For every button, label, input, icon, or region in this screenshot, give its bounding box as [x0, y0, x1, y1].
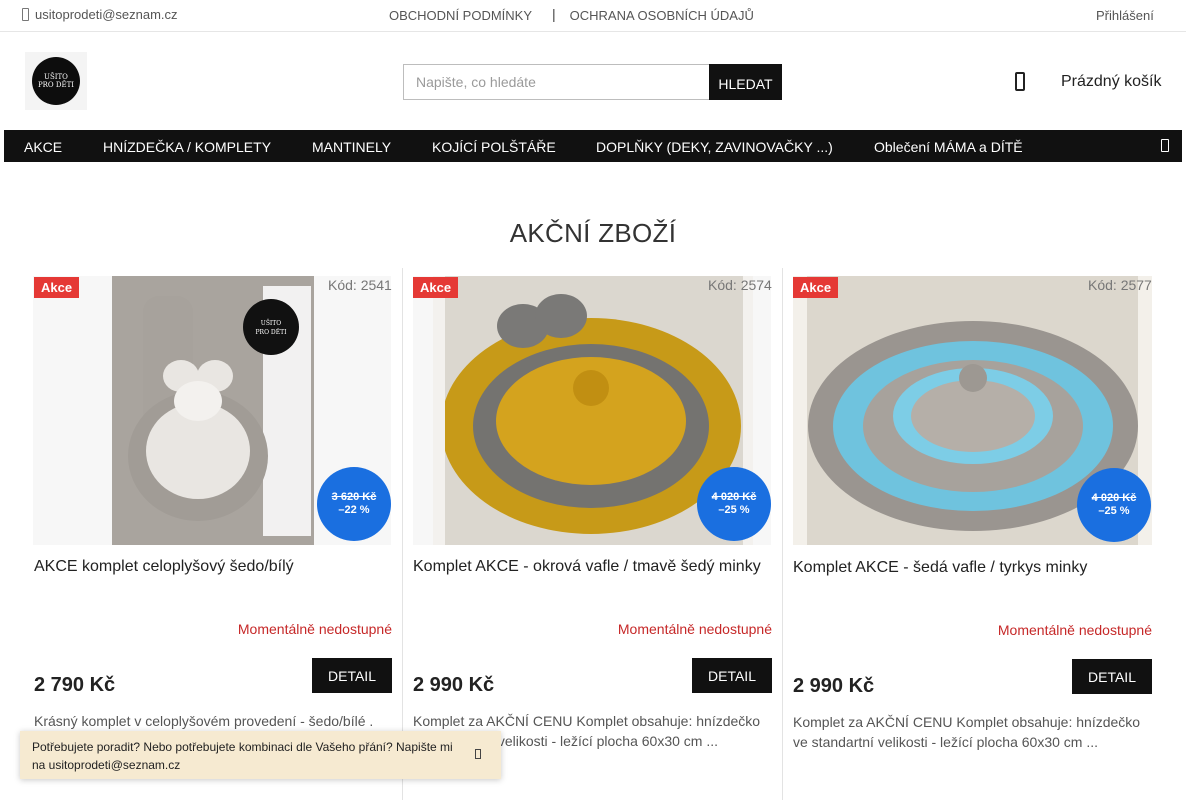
cart-label: Prázdný košík — [1061, 72, 1162, 90]
product-title[interactable]: AKCE komplet celoplyšový šedo/bílý — [34, 558, 294, 576]
nav-item-obleceni[interactable]: Oblečení MÁMA a DÍTĚ — [874, 139, 1023, 155]
product-description: Komplet za AKČNÍ CENU Komplet obsahuje: … — [793, 714, 1141, 750]
nav-item-akce[interactable]: AKCE — [24, 139, 62, 155]
search-button[interactable]: HLEDAT — [709, 64, 782, 100]
availability: Momentálně nedostupné — [237, 621, 392, 637]
product-code: Kód: 2577 — [1088, 277, 1152, 293]
product-price: 2 990 Kč — [413, 674, 495, 696]
nav-item-doplnky[interactable]: DOPLŇKY (DEKY, ZAVINOVAČKY ...) — [596, 139, 833, 155]
old-price: 4 020 Kč — [1091, 492, 1137, 504]
detail-button[interactable]: DETAIL — [312, 658, 392, 693]
cart[interactable]: Prázdný košík — [1015, 72, 1161, 91]
discount-percent: –25 % — [718, 504, 750, 516]
close-icon[interactable] — [475, 749, 481, 759]
availability: Momentálně nedostupné — [997, 622, 1152, 638]
product-price: 2 990 Kč — [793, 675, 875, 697]
product-card: UŠITO PRO DĚTI Akce Kód: 2541 3 620 Kč –… — [28, 268, 402, 800]
old-price: 3 620 Kč — [331, 491, 377, 503]
nav-item-hnizdecka[interactable]: HNÍZDEČKA / KOMPLETY — [103, 139, 271, 155]
sale-badge: Akce — [413, 277, 459, 298]
cart-icon — [1015, 72, 1025, 91]
phone-icon — [22, 8, 29, 21]
link-privacy[interactable]: OCHRANA OSOBNÍCH ÚDAJŮ — [570, 8, 754, 23]
product-card: Akce Kód: 2574 4 020 Kč –25 % Komplet AK… — [402, 268, 782, 800]
discount-percent: –22 % — [338, 504, 370, 516]
product-price: 2 790 Kč — [34, 674, 116, 696]
detail-button[interactable]: DETAIL — [1072, 659, 1152, 694]
discount-badge: 4 020 Kč –25 % — [1077, 468, 1151, 542]
discount-percent: –25 % — [1098, 505, 1130, 517]
svg-text:UŠITO: UŠITO — [261, 319, 282, 327]
product-code: Kód: 2574 — [708, 277, 772, 293]
discount-badge: 4 020 Kč –25 % — [697, 467, 771, 541]
nav-item-mantinely[interactable]: MANTINELY — [312, 139, 391, 155]
top-bar: usitoprodeti@seznam.cz OBCHODNÍ PODMÍNKY… — [0, 0, 1186, 32]
product-title[interactable]: Komplet AKCE - šedá vafle / tyrkys minky — [793, 559, 1087, 577]
main-nav: AKCE HNÍZDEČKA / KOMPLETY MANTINELY KOJÍ… — [4, 130, 1182, 162]
product-code: Kód: 2541 — [328, 277, 392, 293]
contact-email-text: usitoprodeti@seznam.cz — [35, 7, 178, 22]
search-bar: HLEDAT — [403, 64, 782, 100]
old-price: 4 020 Kč — [711, 491, 757, 503]
page-title: AKČNÍ ZBOŽÍ — [509, 218, 677, 248]
link-terms[interactable]: OBCHODNÍ PODMÍNKY — [389, 8, 532, 23]
sale-badge: Akce — [793, 277, 839, 298]
help-notice: Potřebujete poradit? Nebo potřebujete ko… — [20, 731, 501, 779]
availability: Momentálně nedostupné — [617, 621, 772, 637]
detail-button[interactable]: DETAIL — [692, 658, 772, 693]
site-logo[interactable]: UŠITO PRO DĚTI — [25, 52, 87, 110]
discount-badge: 3 620 Kč –22 % — [317, 467, 391, 541]
menu-icon[interactable] — [1161, 139, 1169, 152]
product-title[interactable]: Komplet AKCE - okrová vafle / tmavě šedý… — [413, 558, 761, 576]
logo-text-bottom: PRO DĚTI — [37, 81, 75, 89]
login-link[interactable]: Přihlášení — [1096, 8, 1154, 23]
search-input[interactable] — [403, 64, 709, 100]
nav-item-kojici-polstare[interactable]: KOJÍCÍ POLŠTÁŘE — [432, 139, 556, 155]
help-notice-text: Potřebujete poradit? Nebo potřebujete ko… — [32, 740, 453, 772]
logo-disc: UŠITO PRO DĚTI — [32, 57, 80, 105]
link-separator: | — [552, 5, 556, 22]
svg-text:PRO DĚTI: PRO DĚTI — [256, 328, 288, 336]
top-links: OBCHODNÍ PODMÍNKY | OCHRANA OSOBNÍCH ÚDA… — [389, 5, 754, 24]
logo-text-top: UŠITO — [44, 73, 68, 81]
product-card: Akce Kód: 2577 4 020 Kč –25 % Komplet AK… — [782, 268, 1158, 800]
sale-badge: Akce — [34, 277, 80, 298]
contact-email[interactable]: usitoprodeti@seznam.cz — [22, 7, 178, 22]
